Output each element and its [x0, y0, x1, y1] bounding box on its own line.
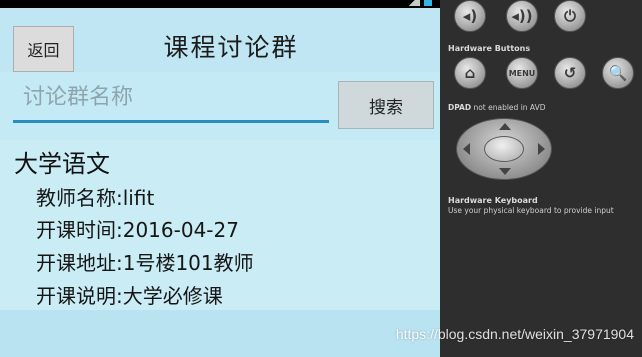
search-input[interactable] [13, 76, 329, 118]
dpad-right-icon[interactable] [538, 143, 545, 155]
hardware-keyboard-note: Use your physical keyboard to provide in… [448, 206, 614, 215]
dpad-down-icon[interactable] [499, 168, 511, 175]
hardware-keyboard-label: Hardware Keyboard [448, 196, 538, 205]
volume-up-icon[interactable]: ◂)) [506, 0, 538, 32]
home-icon[interactable]: ⌂ [454, 57, 486, 89]
dpad[interactable] [456, 118, 552, 180]
dpad-center-button[interactable] [484, 136, 524, 162]
course-description: 开课说明:大学必修课 [36, 284, 223, 308]
back-icon[interactable]: ↺ [554, 57, 586, 89]
search-icon[interactable]: 🔍 [602, 57, 634, 89]
watermark: https://blog.csdn.net/weixin_37971904 [395, 326, 634, 342]
status-bar [0, 0, 440, 8]
dpad-note-rest: not enabled in AVD [471, 103, 546, 112]
discussion-group-item[interactable]: 大学语文 教师名称:lifit 开课时间:2016-04-27 开课地址:1号楼… [0, 140, 440, 310]
search-button[interactable]: 搜索 [338, 81, 434, 129]
volume-down-icon[interactable]: ◂) [454, 0, 486, 32]
dpad-note: DPAD not enabled in AVD [448, 103, 545, 112]
search-bar: 搜索 [0, 72, 440, 140]
emulator-control-panel: ◂) ◂)) ⏻ Hardware Buttons ⌂ MENU ↺ 🔍 DPA… [440, 0, 642, 357]
dpad-note-bold: DPAD [448, 103, 472, 112]
dpad-up-icon[interactable] [499, 123, 511, 130]
status-icons [408, 0, 432, 8]
course-location: 开课地址:1号楼101教师 [36, 251, 254, 275]
search-input-underline [13, 120, 329, 123]
android-app-screen: 返回 课程讨论群 搜索 大学语文 教师名称:lifit 开课时间:2016-04… [0, 0, 440, 357]
signal-icon [408, 0, 420, 6]
header: 返回 课程讨论群 [0, 8, 440, 72]
power-icon[interactable]: ⏻ [554, 0, 586, 32]
back-button[interactable]: 返回 [13, 26, 74, 72]
teacher-name: 教师名称:lifit [36, 186, 155, 210]
page-title: 课程讨论群 [163, 33, 299, 62]
battery-icon [424, 0, 432, 6]
course-start-time: 开课时间:2016-04-27 [36, 218, 239, 242]
menu-icon[interactable]: MENU [506, 57, 538, 89]
dpad-left-icon[interactable] [463, 143, 470, 155]
hardware-buttons-label: Hardware Buttons [448, 44, 531, 53]
course-name: 大学语文 [14, 150, 110, 178]
list-empty-area [0, 310, 440, 357]
